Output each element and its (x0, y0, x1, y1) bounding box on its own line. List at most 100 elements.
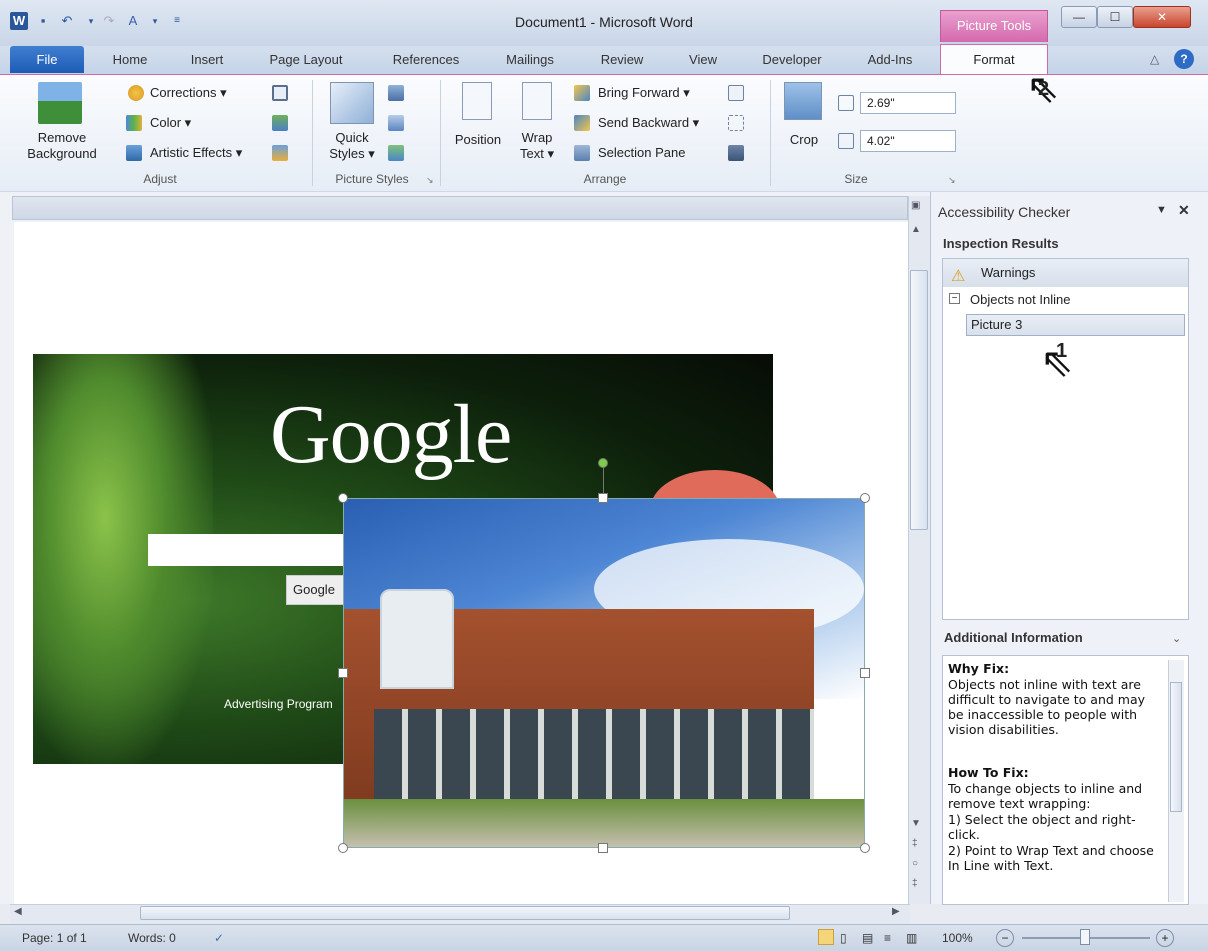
resize-handle-top[interactable] (598, 493, 608, 503)
picture-3-item[interactable]: Picture 3 (966, 314, 1185, 336)
tab-home[interactable]: Home (98, 46, 162, 74)
picture-layout-icon[interactable] (388, 145, 404, 161)
tab-review[interactable]: Review (586, 46, 658, 74)
quick-styles-icon[interactable] (330, 82, 374, 124)
word-count[interactable]: Words: 0 (128, 931, 176, 945)
print-layout-icon[interactable] (818, 929, 834, 945)
maximize-button[interactable]: ☐ (1097, 6, 1133, 28)
tab-page-layout[interactable]: Page Layout (254, 46, 358, 74)
bring-forward-icon (574, 85, 590, 101)
position-button[interactable]: Position (446, 132, 510, 148)
resize-handle-top-right[interactable] (860, 493, 870, 503)
position-icon[interactable] (462, 82, 492, 120)
pane-close-icon[interactable]: ✕ (1178, 202, 1190, 219)
rotation-handle[interactable] (598, 458, 608, 468)
crop-button[interactable]: Crop (780, 132, 828, 148)
zoom-in-icon[interactable]: + (1156, 929, 1174, 947)
objects-not-inline-category[interactable]: Objects not Inline (970, 292, 1070, 307)
expand-additional-info-icon[interactable]: ⌄ (1172, 632, 1181, 645)
callout-number-1: 1 (1056, 340, 1068, 362)
artistic-effects-button[interactable]: Artistic Effects ▾ (150, 145, 242, 161)
rotation-stem (603, 466, 604, 494)
info-scroll-thumb[interactable] (1170, 682, 1182, 812)
page-count[interactable]: Page: 1 of 1 (22, 931, 87, 945)
minimize-ribbon-icon[interactable]: △ (1150, 52, 1159, 66)
selection-pane-icon (574, 145, 590, 161)
web-layout-icon[interactable]: ▤ (862, 931, 873, 945)
scroll-up-icon[interactable]: ▲ (911, 224, 921, 235)
how-to-fix-heading: How To Fix: (948, 765, 1029, 780)
wrap-text-button[interactable]: Wrap Text ▾ (512, 130, 562, 162)
selection-pane-button[interactable]: Selection Pane (598, 145, 685, 160)
tab-insert[interactable]: Insert (176, 46, 238, 74)
resize-handle-left[interactable] (338, 668, 348, 678)
warnings-header[interactable]: ⚠ Warnings (943, 259, 1188, 287)
google-logo: Google (270, 388, 512, 481)
scroll-left-icon[interactable]: ◀ (14, 906, 22, 917)
select-browse-object-icon[interactable]: ○ (912, 858, 918, 869)
zoom-out-icon[interactable]: − (996, 929, 1014, 947)
collapse-icon[interactable]: − (949, 293, 960, 304)
outline-icon[interactable]: ≡ (884, 931, 891, 945)
color-button[interactable]: Color ▾ (150, 115, 191, 131)
resize-handle-bottom-left[interactable] (338, 843, 348, 853)
inspection-results-list[interactable] (942, 258, 1189, 620)
size-dialog-launcher-icon[interactable]: ↘ (948, 175, 956, 186)
rotate-icon[interactable] (728, 145, 744, 161)
minimize-button[interactable]: — (1061, 6, 1097, 28)
crop-icon[interactable] (784, 82, 822, 120)
resize-handle-right[interactable] (860, 668, 870, 678)
picture-styles-dialog-launcher-icon[interactable]: ↘ (426, 175, 434, 186)
building-picture[interactable] (343, 498, 865, 848)
bring-forward-button[interactable]: Bring Forward ▾ (598, 85, 690, 101)
change-picture-icon[interactable] (272, 115, 288, 131)
quick-styles-button[interactable]: Quick Styles ▾ (320, 130, 384, 162)
tab-view[interactable]: View (672, 46, 734, 74)
resize-handle-bottom-right[interactable] (860, 843, 870, 853)
horizontal-scroll-thumb[interactable] (140, 906, 790, 920)
remove-background-label-2: Background (27, 146, 97, 161)
send-backward-icon (574, 115, 590, 131)
tab-file[interactable]: File (10, 46, 84, 73)
remove-background-button[interactable]: Remove Background (14, 130, 110, 162)
picture-effects-icon[interactable] (388, 115, 404, 131)
help-icon[interactable]: ? (1174, 49, 1194, 69)
corrections-icon (128, 85, 144, 101)
group-objects-icon[interactable] (728, 115, 744, 131)
plaza-ground (344, 799, 864, 847)
zoom-slider-thumb[interactable] (1080, 929, 1090, 945)
proofing-icon[interactable]: ✓ (214, 931, 224, 945)
shape-width-input[interactable]: 4.02" (860, 130, 956, 152)
tab-developer[interactable]: Developer (748, 46, 836, 74)
previous-page-icon[interactable]: ‡ (912, 838, 918, 849)
remove-background-icon[interactable] (38, 82, 82, 124)
resize-handle-top-left[interactable] (338, 493, 348, 503)
artistic-effects-icon (126, 145, 142, 161)
wrap-text-icon[interactable] (522, 82, 552, 120)
shape-height-input[interactable]: 2.69" (860, 92, 956, 114)
close-button[interactable]: ✕ (1133, 6, 1191, 28)
tab-mailings[interactable]: Mailings (490, 46, 570, 74)
tab-references[interactable]: References (376, 46, 476, 74)
compress-pictures-icon[interactable] (272, 85, 288, 101)
next-page-icon[interactable]: ‡ (912, 878, 918, 889)
tab-add-ins[interactable]: Add-Ins (850, 46, 930, 74)
pane-options-icon[interactable]: ▼ (1156, 204, 1167, 216)
vertical-scroll-thumb[interactable] (910, 270, 928, 530)
resize-handle-bottom[interactable] (598, 843, 608, 853)
view-ruler-icon[interactable]: ▣ (911, 200, 920, 211)
picture-border-icon[interactable] (388, 85, 404, 101)
callout-number-2: 2 (1038, 78, 1050, 100)
google-footer-text: Advertising Program (224, 697, 333, 711)
zoom-level[interactable]: 100% (942, 931, 973, 945)
draft-icon[interactable]: ▥ (906, 931, 917, 945)
full-screen-reading-icon[interactable]: ▯ (840, 931, 847, 945)
horizontal-ruler[interactable] (12, 196, 908, 220)
send-backward-button[interactable]: Send Backward ▾ (598, 115, 699, 131)
align-icon[interactable] (728, 85, 744, 101)
quick-styles-label-2: Styles ▾ (329, 146, 375, 161)
scroll-right-icon[interactable]: ▶ (892, 906, 900, 917)
reset-picture-icon[interactable] (272, 145, 288, 161)
corrections-button[interactable]: Corrections ▾ (150, 85, 227, 101)
scroll-down-icon[interactable]: ▼ (911, 818, 921, 829)
